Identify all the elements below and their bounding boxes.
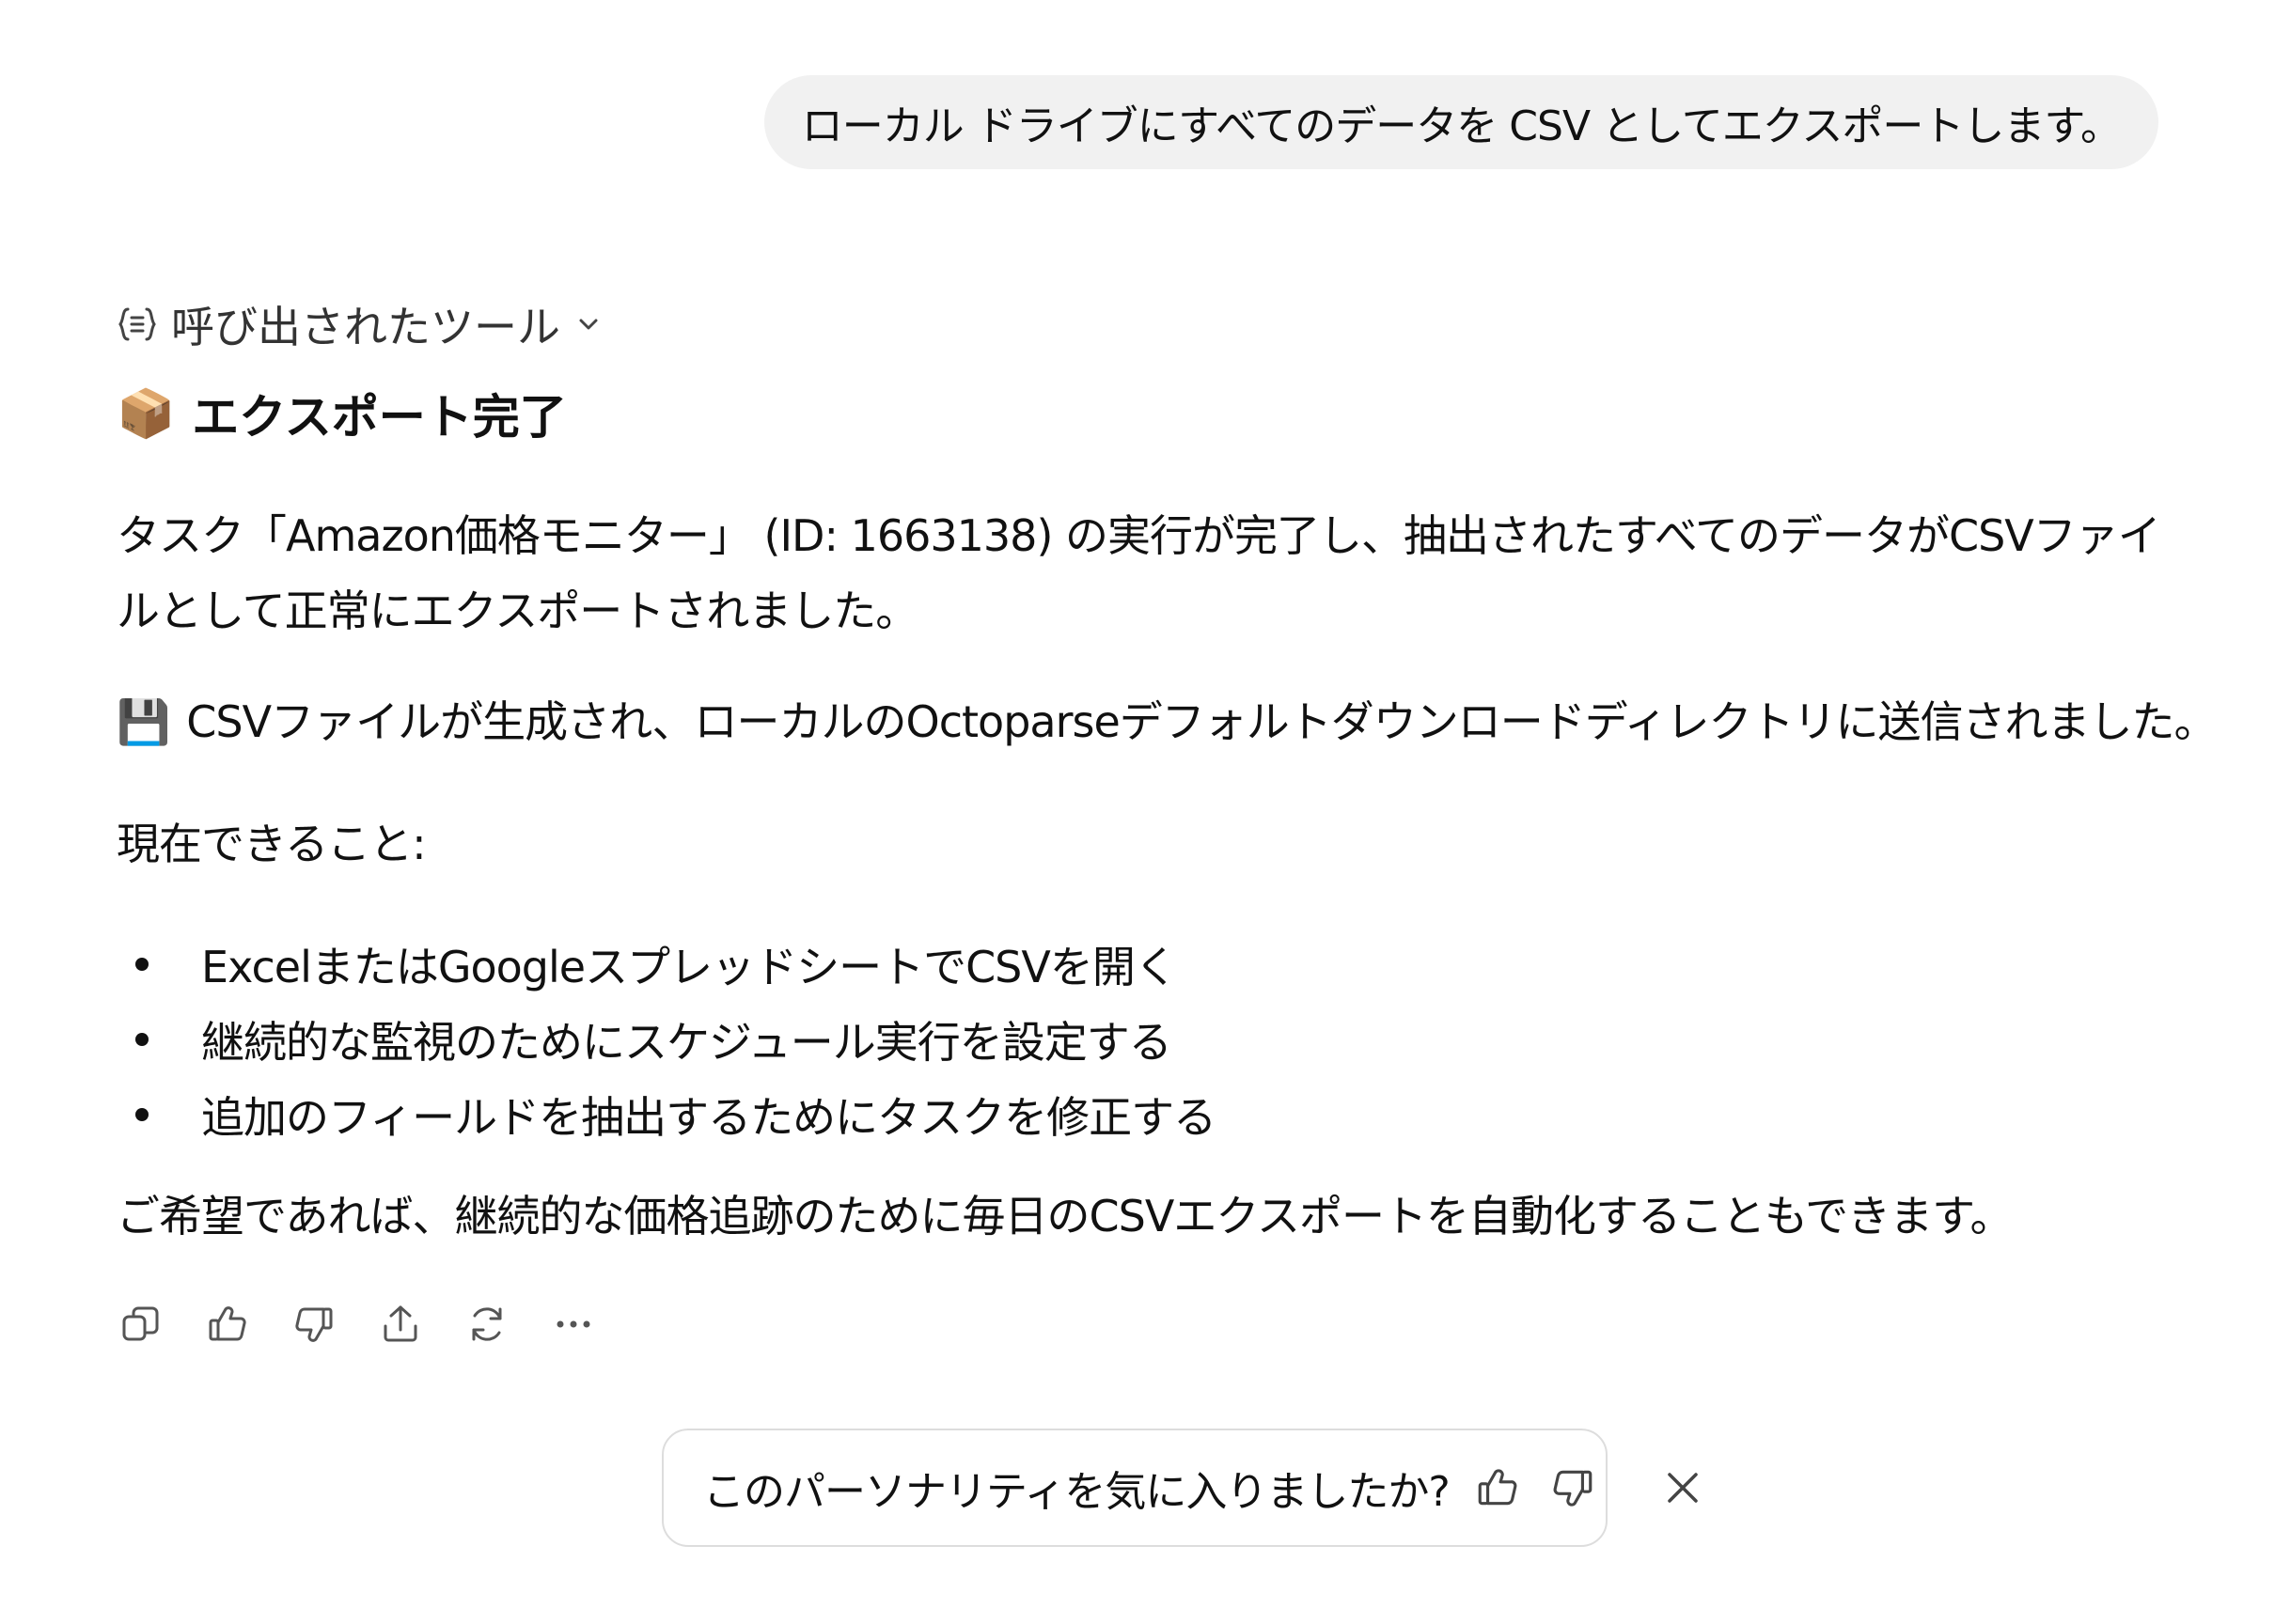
bullet-dot [135,1033,149,1046]
response-action-bar [117,1291,2166,1357]
next-steps-label: 現在できること: [117,819,427,869]
feedback-question: このパーソナリティを気に入りましたか? [703,1468,1451,1516]
user-message-text: ローカル ドライブにすべてのデータを CSV としてエクスポートします。 [801,102,2122,150]
automation-offer-paragraph: ご希望であれば、継続的な価格追跡のために毎日のCSVエクスポートを自動化すること… [117,1191,2014,1241]
export-summary-paragraph: タスク「Amazon価格モニター」 (ID: 1663138) の実行が完了し、… [117,510,2161,636]
user-message-bubble: ローカル ドライブにすべてのデータを CSV としてエクスポートします。 [763,75,2158,169]
bullet-dot [135,958,149,971]
chevron-down-icon [573,309,604,339]
braces-list-icon [117,304,158,345]
regenerate-icon[interactable] [463,1300,511,1349]
copy-icon[interactable] [117,1300,165,1349]
list-item: 継続的な監視のためにスケジュール実行を設定する [117,1002,2166,1077]
thumbs-down-icon[interactable] [290,1300,338,1349]
list-item: ExcelまたはGoogleスプレッドシートでCSVを開く [117,927,2166,1002]
thumbs-up-icon[interactable] [1474,1461,1521,1514]
floppy-disk-icon: 💾 [117,696,170,747]
thumbs-down-icon[interactable] [1549,1461,1596,1514]
thumbs-up-icon[interactable] [203,1300,252,1349]
more-icon[interactable] [549,1300,598,1349]
bullet-dot [135,1108,149,1121]
csv-generated-paragraph: 💾 CSVファイルが生成され、ローカルのOctoparseデフォルトダウンロード… [117,684,2218,759]
csv-generated-text: CSVファイルが生成され、ローカルのOctoparseデフォルトダウンロードディ… [186,696,2217,747]
next-steps-list: ExcelまたはGoogleスプレッドシートでCSVを開く 継続的な監視のために… [117,927,2166,1152]
list-item-text: ExcelまたはGoogleスプレッドシートでCSVを開く [201,942,1178,992]
tools-called-label: 呼び出されたツール [171,302,560,352]
share-icon[interactable] [376,1300,425,1349]
response-heading: 📦 エクスポート完了 [117,367,2166,461]
response-heading-text: エクスポート完了 [192,390,567,445]
list-item: 追加のフィールドを抽出するためにタスクを修正する [117,1077,2166,1152]
list-item-text: 継続的な監視のためにスケジュール実行を設定する [201,1017,1172,1068]
package-icon: 📦 [117,385,176,441]
list-item-text: 追加のフィールドを抽出するためにタスクを修正する [201,1092,1216,1143]
personality-feedback-prompt: このパーソナリティを気に入りましたか? [662,1429,1698,1547]
tools-called-toggle[interactable]: 呼び出されたツール [117,282,2166,367]
assistant-response: 呼び出されたツール 📦 エクスポート完了 タスク「Amazon価格モニター」 (… [117,282,2218,1357]
close-icon[interactable] [1662,1461,1703,1514]
